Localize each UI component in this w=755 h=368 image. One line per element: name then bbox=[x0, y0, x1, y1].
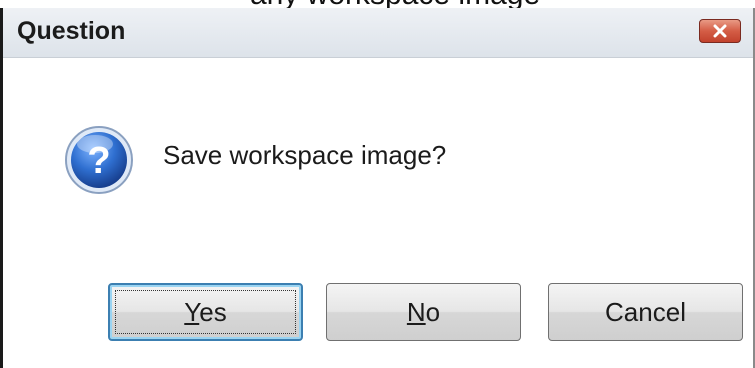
dialog-body: ? Save workspace image? Yes No Cancel bbox=[3, 58, 753, 368]
close-button[interactable] bbox=[699, 19, 741, 43]
no-button[interactable]: No bbox=[326, 283, 521, 341]
cancel-button[interactable]: Cancel bbox=[548, 283, 743, 341]
question-icon: ? bbox=[65, 126, 133, 194]
title-bar[interactable]: Question bbox=[3, 8, 753, 58]
yes-button-label: Yes bbox=[184, 297, 226, 328]
cropped-background-text: any workspace image bbox=[0, 0, 755, 8]
question-dialog: Question ? Save workspace image? Yes No … bbox=[0, 8, 755, 368]
no-mnemonic: N bbox=[406, 296, 426, 327]
no-button-label: No bbox=[407, 297, 440, 328]
cancel-button-label: Cancel bbox=[605, 296, 686, 327]
yes-button[interactable]: Yes bbox=[108, 283, 303, 341]
dialog-message: Save workspace image? bbox=[163, 140, 447, 170]
no-label-rest: o bbox=[425, 296, 441, 327]
cropped-text: any workspace image bbox=[250, 0, 540, 8]
yes-mnemonic: Y bbox=[184, 296, 200, 327]
dialog-title: Question bbox=[17, 17, 126, 45]
svg-text:?: ? bbox=[87, 140, 110, 182]
close-icon bbox=[713, 24, 727, 38]
yes-label-rest: es bbox=[199, 296, 227, 327]
